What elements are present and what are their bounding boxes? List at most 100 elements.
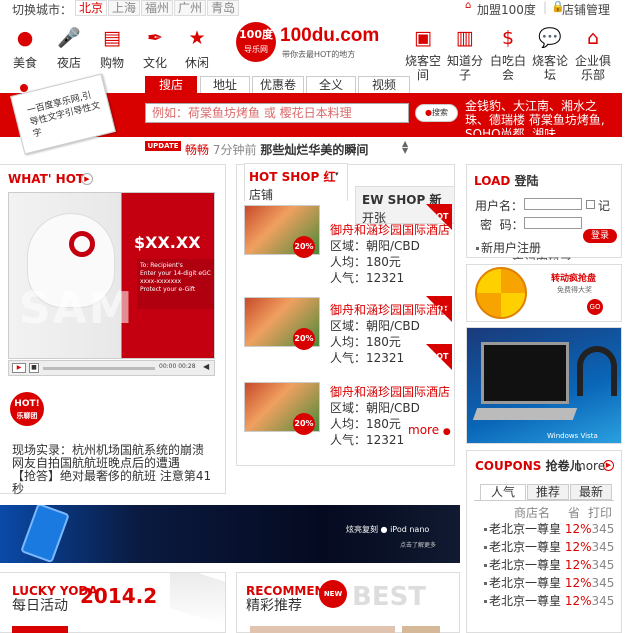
nav-culture[interactable]: ✒ 文化 (140, 26, 170, 71)
table-row[interactable]: 老北京一尊皇 12%345 (484, 557, 624, 574)
shop-item[interactable]: 御舟和涵珍园国际酒店 区域：朝阳/CBD 人均：180元 人气：12321 (330, 384, 454, 448)
store-manage-link[interactable]: 店铺管理 (562, 1, 610, 18)
lottery-title: 转动疯抢盘 (551, 274, 597, 284)
city-switch-label: 切换城市： (12, 3, 73, 17)
tab-full[interactable]: 全义 (306, 76, 356, 94)
lucky-date: 2014.2 (80, 584, 158, 608)
play-icon[interactable]: ▶ (12, 363, 26, 373)
chat-icon: 💬 (538, 27, 562, 49)
table-row[interactable]: 老北京一尊皇 12%345 (484, 521, 624, 538)
stop-icon[interactable]: ■ (29, 363, 39, 373)
tab-latest[interactable]: 最新 (570, 484, 612, 500)
hot-search-words[interactable]: 金钱豹、大江南、湘水之珠、德瑞楼 荷棠鱼坊烤鱼, SOHO尚都, 湘味 (465, 99, 615, 135)
suitcase-icon: ▣ (414, 27, 432, 49)
hot-group-badge: HOT! 乐聊团 (10, 392, 44, 426)
city-guangzhou[interactable]: 广州 (174, 0, 207, 16)
login-title: LOAD 登陆 (474, 174, 539, 188)
coupons-more-link[interactable]: more (574, 459, 605, 473)
nav-shopping[interactable]: ▤ 购物 (97, 26, 127, 71)
laptop-ad[interactable]: Windows Vista (466, 327, 622, 444)
update-line[interactable]: 畅畅 7分钟前 那些灿烂华美的瞬间 (185, 141, 368, 158)
wheel-icon (475, 267, 527, 319)
search-button[interactable]: ●搜索 (415, 104, 458, 122)
tab-address[interactable]: 地址 (200, 76, 250, 94)
banner-text: 炫亮复刻 ● iPod nano (346, 525, 430, 534)
tomato-icon: ● (16, 27, 34, 49)
shop-item[interactable]: 御舟和涵珍园国际酒店 区域：朝阳/CBD 人均：180元 人气：12321 (330, 222, 454, 286)
nav-free[interactable]: $ 白吃白会 (490, 26, 526, 86)
pin-icon (20, 84, 28, 92)
gift-card-text: To: Recipient's Enter your 14-digit eGC … (137, 259, 214, 309)
nav-space[interactable]: ▣ 烧客空间 (405, 26, 441, 86)
ipod-banner[interactable]: 炫亮复刻 ● iPod nano 点击了解更多 (0, 505, 460, 563)
player-controls: ▶ ■ 00:00 00:28 ◀ (8, 360, 215, 376)
username-field[interactable] (524, 198, 582, 210)
sample-watermark: SAM (19, 283, 135, 334)
play-arrow-icon[interactable]: ▶ (81, 173, 93, 185)
table-row[interactable]: 老北京一尊皇 12%345 (484, 593, 624, 610)
nav-knowledge[interactable]: ▥ 知道分子 (447, 26, 483, 86)
list-item[interactable]: 【抢答】绝对最奢侈的航班 注意第41秒 (12, 470, 220, 496)
remember-label: 记 (598, 199, 611, 213)
nav-forum[interactable]: 💬 烧客论坛 (532, 26, 568, 86)
new-badge: NEW (319, 580, 347, 608)
tab-popular[interactable]: 人气 (480, 484, 526, 500)
join-link[interactable]: 加盟100度 (477, 1, 536, 18)
logo-name: 100du.com (280, 25, 380, 46)
logo-badge: 100度 导乐网 (236, 22, 276, 62)
lottery-banner[interactable]: 转动疯抢盘 免费得大奖 GO (466, 264, 622, 322)
shop-item[interactable]: 御舟和涵珍园国际酒店 区域：朝阳/CBD 人均：180元 人气：12321 (330, 302, 454, 366)
login-button[interactable]: 登录 (583, 229, 617, 243)
seek-bar[interactable] (43, 367, 155, 370)
recommend-sub: 精彩推荐 (246, 598, 302, 614)
more-link[interactable]: more ● (408, 423, 451, 437)
search-input[interactable]: 例如：荷棠鱼坊烤鱼 或 樱花日本料理 (145, 103, 409, 123)
volume-icon[interactable]: ◀ (203, 362, 209, 371)
recommend-thumb[interactable] (402, 626, 440, 633)
star-icon: ★ (188, 27, 206, 49)
tab-recommend[interactable]: 推荐 (527, 484, 569, 500)
nav-leisure[interactable]: ★ 休闲 (182, 26, 212, 71)
city-fuzhou[interactable]: 福州 (141, 0, 174, 16)
chevron-down-icon: ▾ (335, 170, 339, 178)
table-row[interactable]: 老北京一尊皇 12%345 (484, 539, 624, 556)
time-display: 00:00 00:28 (159, 363, 196, 370)
best-watermark: BEST (352, 582, 427, 612)
recommend-thumb[interactable] (250, 626, 395, 633)
ipod-image (20, 505, 70, 563)
headphones-image (577, 346, 617, 396)
remember-checkbox[interactable] (586, 200, 595, 209)
password-field[interactable] (524, 217, 582, 229)
apple-icon: ● (380, 525, 388, 534)
target-logo-icon (69, 231, 95, 257)
more-arrow-icon[interactable]: ▶ (603, 460, 614, 471)
nav-enterprise[interactable]: ⌂ 企业俱乐部 (575, 26, 611, 86)
discount-badge: 20% (293, 236, 315, 258)
tab-video[interactable]: 视频 (358, 76, 410, 94)
update-scroll-icon[interactable]: ▲ ▼ (402, 140, 408, 155)
video-player[interactable]: $XX.XX To: Recipient's Enter your 14-dig… (8, 192, 215, 359)
notebook-icon: ▥ (456, 27, 474, 49)
go-button[interactable]: GO (587, 299, 603, 315)
news-list: 现场实录：杭州机场国航系统的崩溃 网友自拍国航航班晚点后的遭遇 【抢答】绝对最奢… (12, 444, 220, 496)
tab-hot-shop[interactable]: HOT SHOP 红 店铺 ▾ (244, 163, 348, 202)
site-logo[interactable]: 100度 导乐网 100du.com 带你去最HOT的地方 (236, 22, 386, 66)
nav-food[interactable]: ● 美食 (10, 26, 40, 71)
table-row[interactable]: 老北京一尊皇 12%345 (484, 575, 624, 592)
whathot-title: WHAT' HOT (8, 172, 85, 186)
city-qingdao[interactable]: 青岛 (207, 0, 240, 16)
tab-coupon[interactable]: 优惠卷 (252, 76, 304, 94)
activity-thumb[interactable] (12, 626, 68, 633)
city-shanghai[interactable]: 上海 (108, 0, 141, 16)
shopping-bag-icon: ▤ (103, 27, 121, 49)
password-label: 密 码： (480, 218, 524, 232)
lottery-sub: 免费得大奖 (557, 286, 592, 294)
building-icon: ⌂ (586, 27, 600, 49)
city-beijing[interactable]: 北京 (75, 0, 108, 16)
tab-store[interactable]: 搜店 (145, 76, 197, 94)
search-icon: ● (425, 108, 432, 117)
update-tag: UPDATE (145, 141, 181, 151)
logo-slogan: 带你去最HOT的地方 (282, 50, 356, 59)
nav-nightclub[interactable]: 🎤 夜店 (54, 26, 84, 71)
forgot-link[interactable]: 忘记密码了 (512, 254, 572, 260)
